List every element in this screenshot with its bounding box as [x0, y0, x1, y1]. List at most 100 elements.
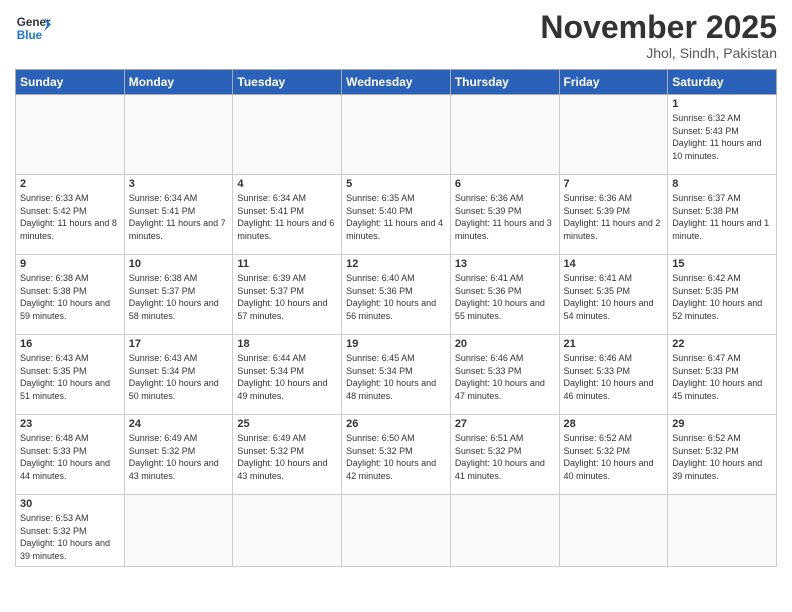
cell-content: Sunrise: 6:49 AMSunset: 5:32 PMDaylight:… [129, 432, 229, 482]
day-number: 19 [346, 338, 446, 350]
cell-content: Sunrise: 6:40 AMSunset: 5:36 PMDaylight:… [346, 272, 446, 322]
cell-content: Sunrise: 6:38 AMSunset: 5:37 PMDaylight:… [129, 272, 229, 322]
cell-content: Sunrise: 6:47 AMSunset: 5:33 PMDaylight:… [672, 352, 772, 402]
day-number: 12 [346, 258, 446, 270]
day-number: 20 [455, 338, 555, 350]
cell-content: Sunrise: 6:42 AMSunset: 5:35 PMDaylight:… [672, 272, 772, 322]
table-row: 23Sunrise: 6:48 AMSunset: 5:33 PMDayligh… [16, 415, 125, 495]
table-row: 18 Sunrise: 6:44 AMSunset: 5:34 PMDayligh… [233, 335, 342, 415]
day-number: 5 [346, 178, 446, 190]
cell-content: Sunrise: 6:43 AMSunset: 5:35 PMDaylight:… [20, 352, 120, 402]
table-row [233, 495, 342, 566]
day-number: 18 [237, 338, 337, 350]
cell-content: Sunrise: 6:38 AMSunset: 5:38 PMDaylight:… [20, 272, 120, 322]
day-number: 2 [20, 178, 120, 190]
cell-content: Sunrise: 6:53 AMSunset: 5:32 PMDaylight:… [20, 512, 120, 562]
col-saturday: Saturday [668, 70, 777, 95]
header: General Blue November 2025 Jhol, Sindh, … [15, 10, 777, 61]
cell-content: Sunrise: 6:45 AMSunset: 5:34 PMDaylight:… [346, 352, 446, 402]
svg-text:Blue: Blue [17, 29, 43, 42]
col-thursday: Thursday [450, 70, 559, 95]
month-title: November 2025 [540, 10, 777, 45]
table-row: 17Sunrise: 6:43 AMSunset: 5:34 PMDayligh… [124, 335, 233, 415]
day-number: 28 [564, 418, 664, 430]
table-row: 6 Sunrise: 6:36 AMSunset: 5:39 PMDaylight… [450, 175, 559, 255]
svg-text:General: General [17, 16, 51, 29]
col-sunday: Sunday [16, 70, 125, 95]
day-number: 7 [564, 178, 664, 190]
cell-content: Sunrise: 6:36 AMSunset: 5:39 PMDaylight:… [564, 192, 664, 242]
col-friday: Friday [559, 70, 668, 95]
table-row: 14 Sunrise: 6:41 AMSunset: 5:35 PMDayligh… [559, 255, 668, 335]
table-row: 1 Sunrise: 6:32 AMSunset: 5:43 PMDaylight… [668, 95, 777, 175]
table-row: 10 Sunrise: 6:38 AMSunset: 5:37 PMDayligh… [124, 255, 233, 335]
table-row: 5 Sunrise: 6:35 AMSunset: 5:40 PMDaylight… [342, 175, 451, 255]
day-number: 13 [455, 258, 555, 270]
table-row: 25 Sunrise: 6:49 AMSunset: 5:32 PMDayligh… [233, 415, 342, 495]
day-number: 8 [672, 178, 772, 190]
cell-content: Sunrise: 6:35 AMSunset: 5:40 PMDaylight:… [346, 192, 446, 242]
table-row: 12 Sunrise: 6:40 AMSunset: 5:36 PMDayligh… [342, 255, 451, 335]
day-number: 30 [20, 498, 120, 510]
day-number: 17 [129, 338, 229, 350]
table-row: 30 Sunrise: 6:53 AMSunset: 5:32 PMDayligh… [16, 495, 125, 566]
day-number: 24 [129, 418, 229, 430]
table-row [342, 495, 451, 566]
location: Jhol, Sindh, Pakistan [540, 45, 777, 61]
cell-content: Sunrise: 6:32 AMSunset: 5:43 PMDaylight:… [672, 112, 772, 162]
table-row [559, 495, 668, 566]
cell-content: Sunrise: 6:36 AMSunset: 5:39 PMDaylight:… [455, 192, 555, 242]
day-number: 29 [672, 418, 772, 430]
col-wednesday: Wednesday [342, 70, 451, 95]
title-block: November 2025 Jhol, Sindh, Pakistan [540, 10, 777, 61]
day-number: 14 [564, 258, 664, 270]
table-row: 9Sunrise: 6:38 AMSunset: 5:38 PMDaylight… [16, 255, 125, 335]
day-number: 25 [237, 418, 337, 430]
table-row: 15 Sunrise: 6:42 AMSunset: 5:35 PMDayligh… [668, 255, 777, 335]
cell-content: Sunrise: 6:41 AMSunset: 5:35 PMDaylight:… [564, 272, 664, 322]
table-row [233, 95, 342, 175]
cell-content: Sunrise: 6:52 AMSunset: 5:32 PMDaylight:… [672, 432, 772, 482]
cell-content: Sunrise: 6:33 AMSunset: 5:42 PMDaylight:… [20, 192, 120, 242]
day-number: 15 [672, 258, 772, 270]
day-number: 6 [455, 178, 555, 190]
table-row: 28Sunrise: 6:52 AMSunset: 5:32 PMDayligh… [559, 415, 668, 495]
table-row [668, 495, 777, 566]
table-row: 13Sunrise: 6:41 AMSunset: 5:36 PMDayligh… [450, 255, 559, 335]
col-monday: Monday [124, 70, 233, 95]
table-row: 24 Sunrise: 6:49 AMSunset: 5:32 PMDayligh… [124, 415, 233, 495]
cell-content: Sunrise: 6:49 AMSunset: 5:32 PMDaylight:… [237, 432, 337, 482]
cell-content: Sunrise: 6:50 AMSunset: 5:32 PMDaylight:… [346, 432, 446, 482]
page: General Blue November 2025 Jhol, Sindh, … [0, 0, 792, 612]
table-row [124, 495, 233, 566]
table-row: 16 Sunrise: 6:43 AMSunset: 5:35 PMDayligh… [16, 335, 125, 415]
cell-content: Sunrise: 6:48 AMSunset: 5:33 PMDaylight:… [20, 432, 120, 482]
table-row: 19 Sunrise: 6:45 AMSunset: 5:34 PMDayligh… [342, 335, 451, 415]
day-number: 11 [237, 258, 337, 270]
day-number: 21 [564, 338, 664, 350]
cell-content: Sunrise: 6:39 AMSunset: 5:37 PMDaylight:… [237, 272, 337, 322]
day-number: 27 [455, 418, 555, 430]
table-row: 22 Sunrise: 6:47 AMSunset: 5:33 PMDayligh… [668, 335, 777, 415]
day-number: 16 [20, 338, 120, 350]
table-row: 2 Sunrise: 6:33 AMSunset: 5:42 PMDaylight… [16, 175, 125, 255]
cell-content: Sunrise: 6:46 AMSunset: 5:33 PMDaylight:… [564, 352, 664, 402]
day-number: 3 [129, 178, 229, 190]
table-row [16, 95, 125, 175]
day-number: 10 [129, 258, 229, 270]
cell-content: Sunrise: 6:51 AMSunset: 5:32 PMDaylight:… [455, 432, 555, 482]
table-row [124, 95, 233, 175]
col-tuesday: Tuesday [233, 70, 342, 95]
table-row: 29 Sunrise: 6:52 AMSunset: 5:32 PMDayligh… [668, 415, 777, 495]
cell-content: Sunrise: 6:34 AMSunset: 5:41 PMDaylight:… [237, 192, 337, 242]
table-row: 11 Sunrise: 6:39 AMSunset: 5:37 PMDayligh… [233, 255, 342, 335]
table-row [450, 95, 559, 175]
cell-content: Sunrise: 6:34 AMSunset: 5:41 PMDaylight:… [129, 192, 229, 242]
day-number: 26 [346, 418, 446, 430]
table-row: 3 Sunrise: 6:34 AMSunset: 5:41 PMDaylight… [124, 175, 233, 255]
day-number: 22 [672, 338, 772, 350]
day-number: 1 [672, 98, 772, 110]
header-row: Sunday Monday Tuesday Wednesday Thursday… [16, 70, 777, 95]
calendar-table: Sunday Monday Tuesday Wednesday Thursday… [15, 69, 777, 566]
cell-content: Sunrise: 6:44 AMSunset: 5:34 PMDaylight:… [237, 352, 337, 402]
